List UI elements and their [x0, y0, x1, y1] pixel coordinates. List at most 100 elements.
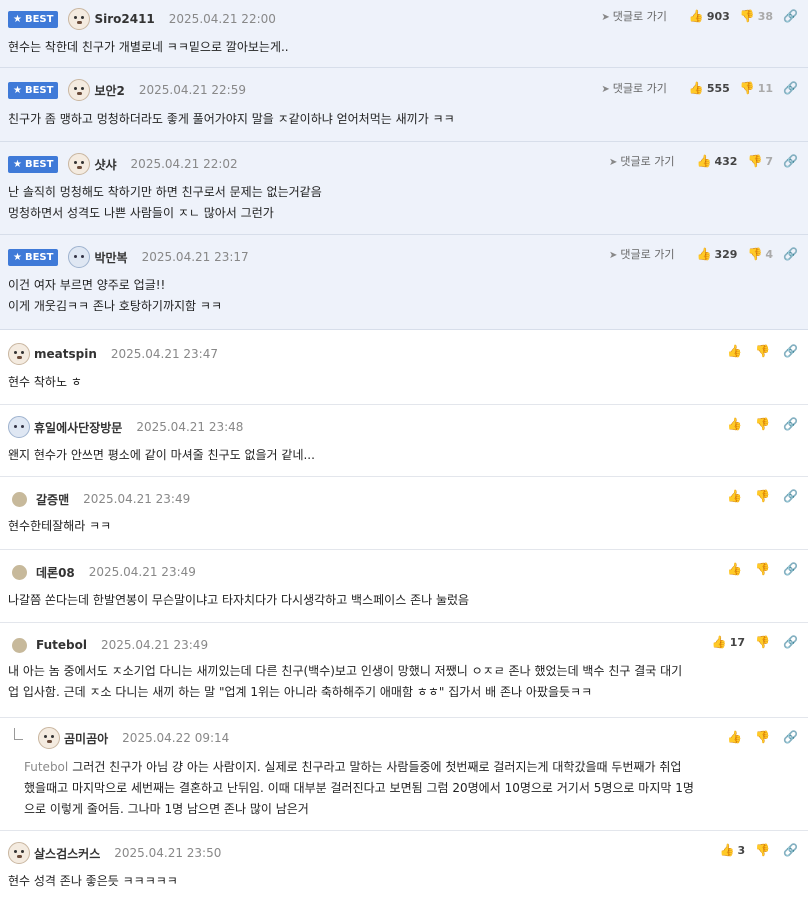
reply-link[interactable]: ➤ 댓글로 가기: [609, 153, 675, 169]
downvote-button[interactable]: 👎 38: [740, 9, 773, 23]
comment-actions: 👍 👎 🔗: [717, 727, 798, 747]
thumbs-down-icon: 👎: [755, 344, 771, 358]
link-icon: 🔗: [783, 247, 798, 261]
upvote-button[interactable]: 👍: [727, 489, 745, 503]
comment-text: 현수 착하노 ㅎ: [8, 375, 82, 389]
reply-link[interactable]: ➤ 댓글로 가기: [601, 80, 667, 96]
share-button[interactable]: 🔗: [783, 635, 798, 649]
comment-actions: ➤ 댓글로 가기 👍 555 👎 11 🔗: [601, 78, 798, 98]
share-button[interactable]: 🔗: [783, 489, 798, 503]
downvote-button[interactable]: 👎: [755, 730, 773, 744]
share-button[interactable]: 🔗: [783, 81, 798, 95]
share-button[interactable]: 🔗: [783, 247, 798, 261]
nickname[interactable]: Siro2411: [94, 12, 154, 26]
comment-text: 나갈쯤 쏜다는데 한발연봉이 무슨말이냐고 타자치다가 다시생각하고 백스페이스…: [8, 593, 470, 607]
downvote-button[interactable]: 👎 7: [747, 154, 773, 168]
timestamp: 2025.04.21 23:49: [100, 638, 209, 652]
timestamp: 2025.04.21 22:02: [130, 157, 238, 171]
upvote-button[interactable]: 👍 3: [719, 843, 745, 857]
comment-header: 곰미곰아 2025.04.22 09:14: [38, 727, 229, 749]
nickname[interactable]: 박만복: [94, 249, 127, 266]
share-button[interactable]: 🔗: [783, 9, 798, 23]
nickname[interactable]: 데론08: [36, 564, 75, 581]
avatar[interactable]: [12, 637, 27, 653]
avatar[interactable]: [68, 153, 91, 175]
thumbs-up-icon: 👍: [727, 489, 743, 503]
thumbs-up-icon: 👍: [688, 81, 704, 95]
reply-link[interactable]: ➤ 댓글로 가기: [609, 246, 675, 262]
reply-link[interactable]: ➤ 댓글로 가기: [601, 8, 667, 24]
send-icon: ➤: [609, 250, 618, 261]
comment-actions: 👍 👎 🔗: [717, 559, 798, 579]
link-icon: 🔗: [783, 730, 798, 744]
comment-actions: 👍 👎 🔗: [717, 486, 798, 506]
thumbs-down-icon: 👎: [755, 730, 771, 744]
thumbs-up-icon: 👍: [727, 562, 743, 576]
comment-actions: ➤ 댓글로 가기 👍 432 👎 7 🔗: [609, 151, 798, 171]
downvote-button[interactable]: 👎: [755, 635, 773, 649]
downvote-button[interactable]: 👎: [755, 843, 773, 857]
send-icon: ➤: [601, 12, 610, 23]
avatar[interactable]: [8, 842, 30, 864]
upvote-button[interactable]: 👍 17: [712, 635, 745, 649]
upvote-button[interactable]: 👍: [727, 417, 745, 431]
nickname[interactable]: 보안2: [94, 82, 124, 99]
avatar[interactable]: [38, 727, 60, 749]
nickname[interactable]: 곰미곰아: [64, 730, 108, 747]
thumbs-up-icon: 👍: [696, 247, 712, 261]
nickname[interactable]: 샷샤: [94, 156, 116, 173]
nickname[interactable]: 살스검스커스: [34, 845, 100, 862]
comment: Futebol 2025.04.21 23:49 👍 17 👎 🔗 내 아는 놈 …: [0, 623, 808, 718]
comment-text: Futebol 그러건 친구가 아님 걍 아는 사람이지. 실제로 친구라고 말하…: [24, 760, 694, 816]
best-comment: ★ BEST 샷샤 2025.04.21 22:02 ➤ 댓글로 가기 👍 432 👎…: [0, 142, 808, 235]
link-icon: 🔗: [783, 417, 798, 431]
thumbs-up-icon: 👍: [727, 417, 743, 431]
star-icon: ★: [13, 13, 22, 25]
downvote-button[interactable]: 👎: [755, 344, 773, 358]
avatar[interactable]: [12, 564, 27, 580]
quoted-user[interactable]: Futebol: [24, 760, 68, 774]
share-button[interactable]: 🔗: [783, 344, 798, 358]
upvote-button[interactable]: 👍: [727, 344, 745, 358]
upvote-button[interactable]: 👍 903: [689, 9, 730, 23]
comment-text: 내 아는 놈 중에서도 ㅈ소기업 다니는 새끼있는데 다른 친구(백수)보고 인…: [8, 664, 683, 699]
nickname[interactable]: meatspin: [34, 347, 97, 361]
best-comment: ★ BEST Siro2411 2025.04.21 22:00 ➤ 댓글로 가기 …: [0, 0, 808, 68]
share-button[interactable]: 🔗: [783, 730, 798, 744]
share-button[interactable]: 🔗: [783, 417, 798, 431]
upvote-button[interactable]: 👍 555: [689, 81, 730, 95]
nickname[interactable]: Futebol: [36, 638, 87, 652]
comment-actions: 👍 👎 🔗: [717, 341, 798, 361]
avatar[interactable]: [68, 79, 91, 101]
send-icon: ➤: [601, 84, 610, 95]
nickname[interactable]: 휴일에사단장방문: [34, 419, 122, 436]
comment: 휴일에사단장방문 2025.04.21 23:48 👍 👎 🔗 왠지 현수가 안…: [0, 405, 808, 477]
timestamp: 2025.04.21 23:17: [141, 250, 249, 264]
avatar[interactable]: [8, 416, 30, 438]
share-button[interactable]: 🔗: [783, 562, 798, 576]
share-button[interactable]: 🔗: [783, 843, 798, 857]
downvote-button[interactable]: 👎 11: [740, 81, 773, 95]
avatar[interactable]: [68, 246, 91, 268]
downvote-button[interactable]: 👎: [755, 417, 773, 431]
nickname[interactable]: 갈증맨: [36, 491, 69, 508]
best-badge: ★ BEST: [8, 81, 59, 99]
downvote-button[interactable]: 👎: [755, 489, 773, 503]
upvote-button[interactable]: 👍 432: [697, 154, 738, 168]
downvote-button[interactable]: 👎 4: [747, 247, 773, 261]
avatar[interactable]: [12, 491, 27, 507]
comment-actions: ➤ 댓글로 가기 👍 903 👎 38 🔗: [601, 6, 798, 26]
link-icon: 🔗: [783, 154, 798, 168]
upvote-button[interactable]: 👍: [727, 730, 745, 744]
comment-text: 왠지 현수가 안쓰면 평소에 같이 마셔줄 친구도 없을거 같네...: [8, 448, 315, 462]
share-button[interactable]: 🔗: [783, 154, 798, 168]
avatar[interactable]: [8, 343, 30, 365]
comment-header: 데론08 2025.04.21 23:49: [8, 562, 196, 582]
avatar[interactable]: [68, 8, 91, 30]
upvote-button[interactable]: 👍: [727, 562, 745, 576]
comment-header: 휴일에사단장방문 2025.04.21 23:48: [8, 416, 244, 438]
link-icon: 🔗: [783, 81, 798, 95]
downvote-button[interactable]: 👎: [755, 562, 773, 576]
timestamp: 2025.04.21 23:48: [136, 420, 244, 434]
upvote-button[interactable]: 👍 329: [697, 247, 738, 261]
